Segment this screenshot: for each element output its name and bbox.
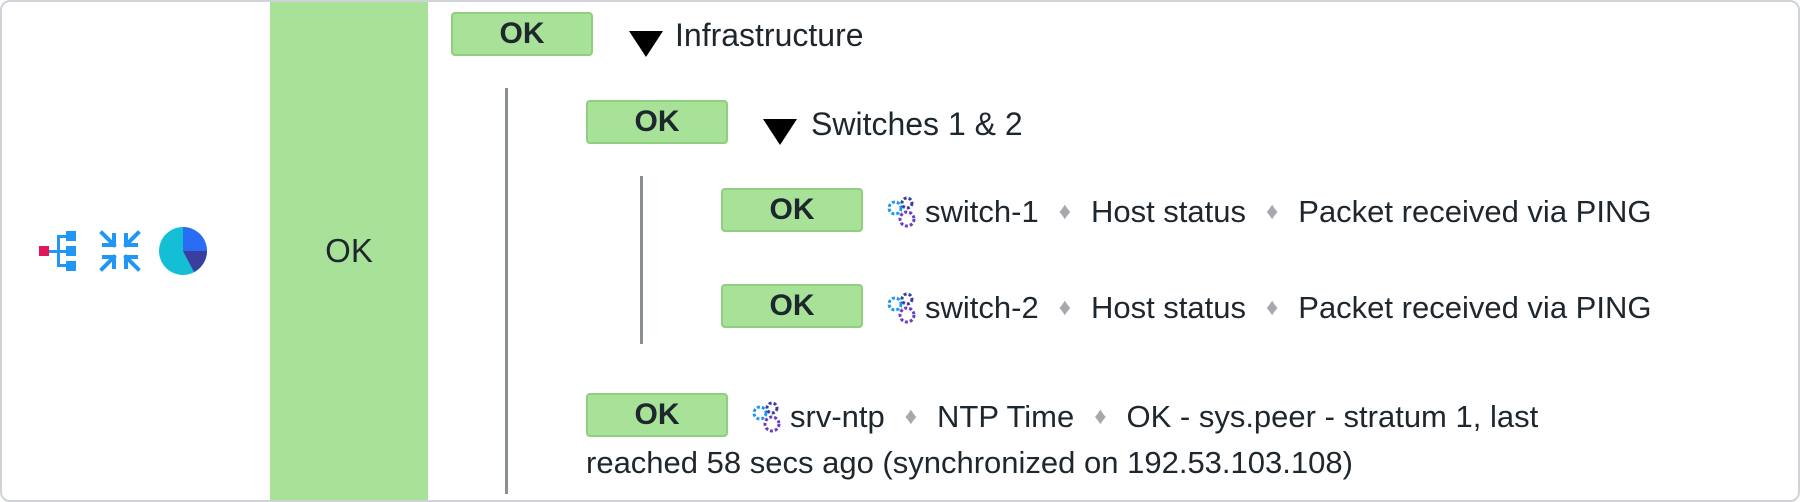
service-output: Packet received via PING	[1298, 194, 1652, 229]
expand-toggle-icon[interactable]	[629, 31, 663, 57]
leaf-switch-1[interactable]: switch-1 ♦ Host status ♦ Packet received…	[885, 194, 1651, 230]
state-badge-switch-2[interactable]: OK	[721, 284, 863, 328]
state-badge-srv-ntp[interactable]: OK	[586, 393, 728, 437]
row-actions	[2, 2, 270, 500]
aggregation-state: OK	[270, 2, 428, 500]
service-name[interactable]: Host status	[1091, 290, 1246, 326]
tree-connector	[640, 176, 643, 344]
separator: ♦	[1266, 294, 1279, 321]
node-title-switches[interactable]: Switches 1 & 2	[811, 106, 1023, 143]
separator: ♦	[1266, 198, 1279, 225]
separator: ♦	[1058, 198, 1071, 225]
host-name[interactable]: switch-1	[925, 194, 1039, 230]
services-gear-icon	[885, 195, 919, 229]
separator: ♦	[904, 403, 917, 430]
service-output: Packet received via PING	[1298, 290, 1652, 325]
node-title-infrastructure[interactable]: Infrastructure	[675, 17, 864, 54]
expand-toggle-icon[interactable]	[763, 119, 797, 145]
pie-chart-icon[interactable]	[158, 226, 208, 276]
host-name[interactable]: switch-2	[925, 290, 1039, 326]
leaf-srv-ntp[interactable]: srv-ntp ♦ NTP Time ♦ OK - sys.peer - str…	[750, 399, 1538, 435]
service-output-continued: reached 58 secs ago (synchronized on 192…	[586, 445, 1353, 480]
state-badge-infrastructure[interactable]: OK	[451, 12, 593, 56]
service-output: OK - sys.peer - stratum 1, last	[1126, 399, 1539, 434]
separator: ♦	[1058, 294, 1071, 321]
service-name[interactable]: NTP Time	[937, 399, 1074, 435]
services-gear-icon	[885, 291, 919, 325]
host-name[interactable]: srv-ntp	[790, 399, 885, 435]
state-badge-switches[interactable]: OK	[586, 100, 728, 144]
separator: ♦	[1094, 403, 1107, 430]
tree-connector	[505, 88, 508, 494]
leaf-switch-2[interactable]: switch-2 ♦ Host status ♦ Packet received…	[885, 290, 1651, 326]
collapse-arrows-icon[interactable]	[98, 229, 142, 273]
state-badge-switch-1[interactable]: OK	[721, 188, 863, 232]
service-name[interactable]: Host status	[1091, 194, 1246, 230]
tree-structure-icon[interactable]	[38, 229, 82, 273]
bi-aggregation-row: OK OK Infrastructure OK Switches 1 & 2 O…	[0, 0, 1800, 502]
services-gear-icon	[750, 400, 784, 434]
